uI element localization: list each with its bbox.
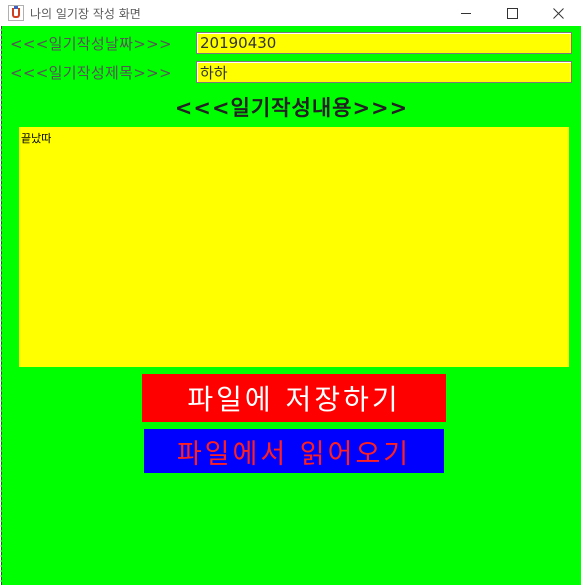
date-field[interactable] [196, 32, 572, 54]
maximize-icon [506, 7, 518, 19]
window-titlebar[interactable]: 나의 일기장 작성 화면 [0, 0, 581, 26]
date-label: <<<일기작성날짜>>> [10, 34, 172, 53]
java-app-icon [8, 5, 24, 21]
diary-form-panel: <<<일기작성날짜>>> <<<일기작성제목>>> <<<일기작성내용>>> 끝… [1, 26, 581, 585]
minimize-button[interactable] [443, 0, 489, 26]
subject-label: <<<일기작성제목>>> [10, 63, 172, 82]
maximize-button[interactable] [489, 0, 535, 26]
window-controls [443, 0, 581, 26]
date-row: <<<일기작성날짜>>> [10, 32, 572, 54]
minimize-icon [461, 12, 471, 14]
subject-row: <<<일기작성제목>>> [10, 61, 572, 83]
load-from-file-button[interactable]: 파일에서 읽어오기 [144, 429, 444, 473]
window-title: 나의 일기장 작성 화면 [30, 6, 141, 21]
subject-field[interactable] [196, 61, 572, 83]
save-to-file-button[interactable]: 파일에 저장하기 [142, 374, 446, 422]
content-textarea[interactable]: 끝났따 [19, 127, 569, 367]
close-icon [552, 7, 564, 19]
content-title: <<<일기작성내용>>> [174, 96, 409, 120]
close-button[interactable] [535, 0, 581, 26]
